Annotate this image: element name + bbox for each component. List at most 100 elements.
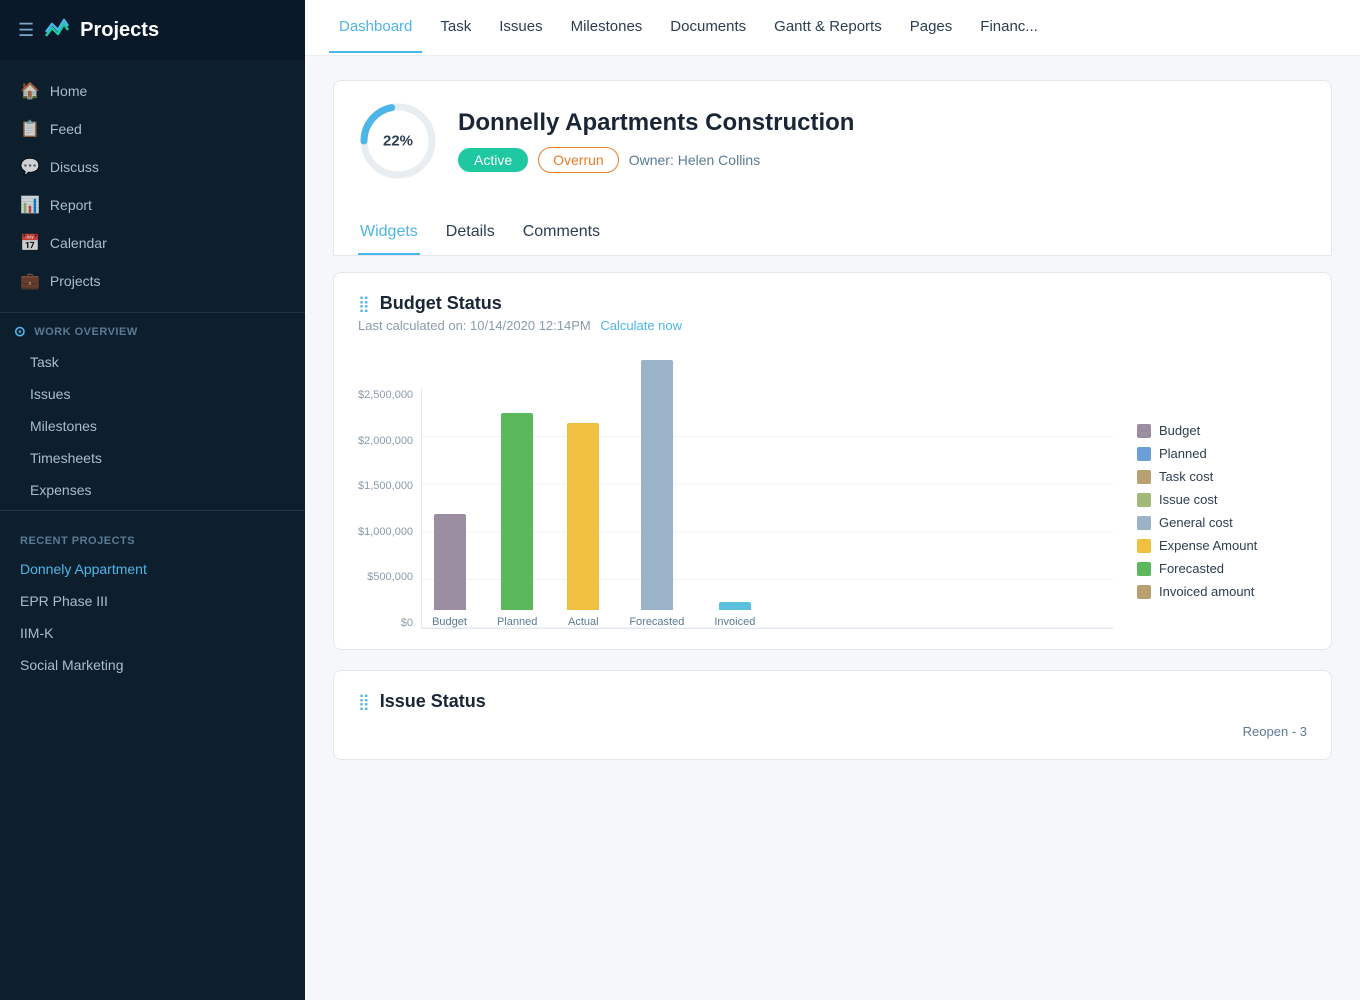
y-axis: $2,500,000$2,000,000$1,500,000$1,000,000… xyxy=(358,389,421,629)
legend-item-planned: Planned xyxy=(1137,446,1307,461)
issue-status-card: ⣿ Issue Status Reopen - 3 xyxy=(333,670,1332,760)
issue-title-row: ⣿ Issue Status xyxy=(358,691,1307,712)
legend-item-general-cost: General cost xyxy=(1137,515,1307,530)
menu-icon[interactable]: ☰ xyxy=(18,20,34,41)
legend-swatch xyxy=(1137,493,1151,507)
legend-item-budget: Budget xyxy=(1137,423,1307,438)
sidebar: ☰ Projects 🏠Home📋Feed💬Discuss📊Report📅Cal… xyxy=(0,0,305,1000)
sidebar-header: ☰ Projects xyxy=(0,0,305,60)
work-item-timesheets[interactable]: Timesheets xyxy=(0,442,305,474)
legend-item-expense-amount: Expense Amount xyxy=(1137,538,1307,553)
topnav-issues[interactable]: Issues xyxy=(489,2,552,53)
bar-planned xyxy=(501,413,533,610)
recent-project-epr-phase-iii[interactable]: EPR Phase III xyxy=(0,585,305,617)
budget-grid-icon: ⣿ xyxy=(358,294,370,314)
legend-swatch xyxy=(1137,516,1151,530)
calculate-now-link[interactable]: Calculate now xyxy=(600,318,682,333)
app-title: Projects xyxy=(80,19,159,42)
chart-legend: Budget Planned Task cost Issue cost General … xyxy=(1137,423,1307,629)
sidebar-nav: 🏠Home📋Feed💬Discuss📊Report📅Calendar💼Proje… xyxy=(0,60,305,313)
work-item-issues[interactable]: Issues xyxy=(0,378,305,410)
budget-title-row: ⣿ Budget Status xyxy=(358,293,1307,314)
work-item-task[interactable]: Task xyxy=(0,346,305,378)
work-overview-header: ⊙ WORK OVERVIEW xyxy=(0,317,305,346)
main-area: DashboardTaskIssuesMilestonesDocumentsGa… xyxy=(305,0,1360,1000)
bar-budget xyxy=(434,514,466,610)
recent-project-donnely-appartment[interactable]: Donnely Appartment xyxy=(0,553,305,585)
topnav-gantt&reports[interactable]: Gantt & Reports xyxy=(764,2,892,53)
recent-project-social-marketing[interactable]: Social Marketing xyxy=(0,649,305,681)
bar-actual xyxy=(567,423,599,610)
legend-label: Task cost xyxy=(1159,469,1213,484)
sidebar-nav-item-discuss[interactable]: 💬Discuss xyxy=(0,148,305,186)
progress-percent: 22% xyxy=(383,133,413,150)
recent-projects-section: RECENT PROJECTSDonnely AppartmentEPR Pha… xyxy=(0,511,305,689)
topnav-dashboard[interactable]: Dashboard xyxy=(329,2,422,53)
topnav-pages[interactable]: Pages xyxy=(900,2,963,53)
work-overview-label: WORK OVERVIEW xyxy=(34,326,137,338)
budget-status-card: ⣿ Budget Status Last calculated on: 10/1… xyxy=(333,272,1332,650)
chart-wrap: $2,500,000$2,000,000$1,500,000$1,000,000… xyxy=(358,349,1113,629)
tab-details[interactable]: Details xyxy=(444,215,497,255)
work-item-milestones[interactable]: Milestones xyxy=(0,410,305,442)
bar-label-budget: Budget xyxy=(432,616,467,628)
topnav-financ...[interactable]: Financ... xyxy=(970,2,1048,53)
project-header: 22% Donnelly Apartments Construction Act… xyxy=(333,80,1332,201)
content-area: 22% Donnelly Apartments Construction Act… xyxy=(305,56,1360,1000)
y-axis-label: $500,000 xyxy=(367,571,413,583)
bar-label-forecasted: Forecasted xyxy=(629,616,684,628)
sidebar-nav-item-home[interactable]: 🏠Home xyxy=(0,72,305,110)
chart-inner: $2,500,000$2,000,000$1,500,000$1,000,000… xyxy=(358,349,1113,629)
nav-icon-report: 📊 xyxy=(20,195,40,215)
topnav-task[interactable]: Task xyxy=(430,2,481,53)
topnav-documents[interactable]: Documents xyxy=(660,2,756,53)
legend-swatch xyxy=(1137,447,1151,461)
budget-title: Budget Status xyxy=(380,293,502,314)
bar-forecasted xyxy=(641,360,673,610)
issue-grid-icon: ⣿ xyxy=(358,692,370,712)
recent-project-iim-k[interactable]: IIM-K xyxy=(0,617,305,649)
legend-label: Planned xyxy=(1159,446,1207,461)
legend-label: Budget xyxy=(1159,423,1200,438)
legend-label: Invoiced amount xyxy=(1159,584,1254,599)
legend-swatch xyxy=(1137,470,1151,484)
y-axis-label: $2,000,000 xyxy=(358,435,413,447)
nav-icon-calendar: 📅 xyxy=(20,233,40,253)
reopen-text: Reopen - 3 xyxy=(1243,724,1307,739)
tab-comments[interactable]: Comments xyxy=(521,215,602,255)
legend-label: General cost xyxy=(1159,515,1233,530)
bar-group-planned: Planned xyxy=(497,413,537,628)
sidebar-nav-item-feed[interactable]: 📋Feed xyxy=(0,110,305,148)
sidebar-nav-item-report[interactable]: 📊Report xyxy=(0,186,305,224)
work-overview-icon: ⊙ xyxy=(14,323,26,340)
bar-group-forecasted: Forecasted xyxy=(629,360,684,628)
budget-chart-area: $2,500,000$2,000,000$1,500,000$1,000,000… xyxy=(358,349,1307,629)
y-axis-label: $0 xyxy=(401,617,413,629)
bar-label-actual: Actual xyxy=(568,616,599,628)
work-item-expenses[interactable]: Expenses xyxy=(0,474,305,506)
nav-icon-projects: 💼 xyxy=(20,271,40,291)
sidebar-nav-item-calendar[interactable]: 📅Calendar xyxy=(0,224,305,262)
topnav-milestones[interactable]: Milestones xyxy=(561,2,653,53)
bar-group-actual: Actual xyxy=(567,423,599,628)
nav-icon-home: 🏠 xyxy=(20,81,40,101)
bar-label-invoiced: Invoiced xyxy=(714,616,755,628)
tab-widgets[interactable]: Widgets xyxy=(358,215,420,255)
bar-invoiced xyxy=(719,602,751,610)
sidebar-nav-item-projects[interactable]: 💼Projects xyxy=(0,262,305,300)
progress-circle: 22% xyxy=(358,101,438,181)
legend-label: Expense Amount xyxy=(1159,538,1257,553)
project-info: Donnelly Apartments Construction Active … xyxy=(458,109,1307,173)
active-badge: Active xyxy=(458,148,528,172)
legend-swatch xyxy=(1137,562,1151,576)
bar-label-planned: Planned xyxy=(497,616,537,628)
y-axis-label: $1,000,000 xyxy=(358,526,413,538)
legend-item-task-cost: Task cost xyxy=(1137,469,1307,484)
legend-swatch xyxy=(1137,424,1151,438)
bar-group-budget: Budget xyxy=(432,514,467,628)
project-name: Donnelly Apartments Construction xyxy=(458,109,1307,137)
legend-swatch xyxy=(1137,585,1151,599)
legend-item-issue-cost: Issue cost xyxy=(1137,492,1307,507)
legend-item-forecasted: Forecasted xyxy=(1137,561,1307,576)
project-owner: Owner: Helen Collins xyxy=(629,152,761,168)
